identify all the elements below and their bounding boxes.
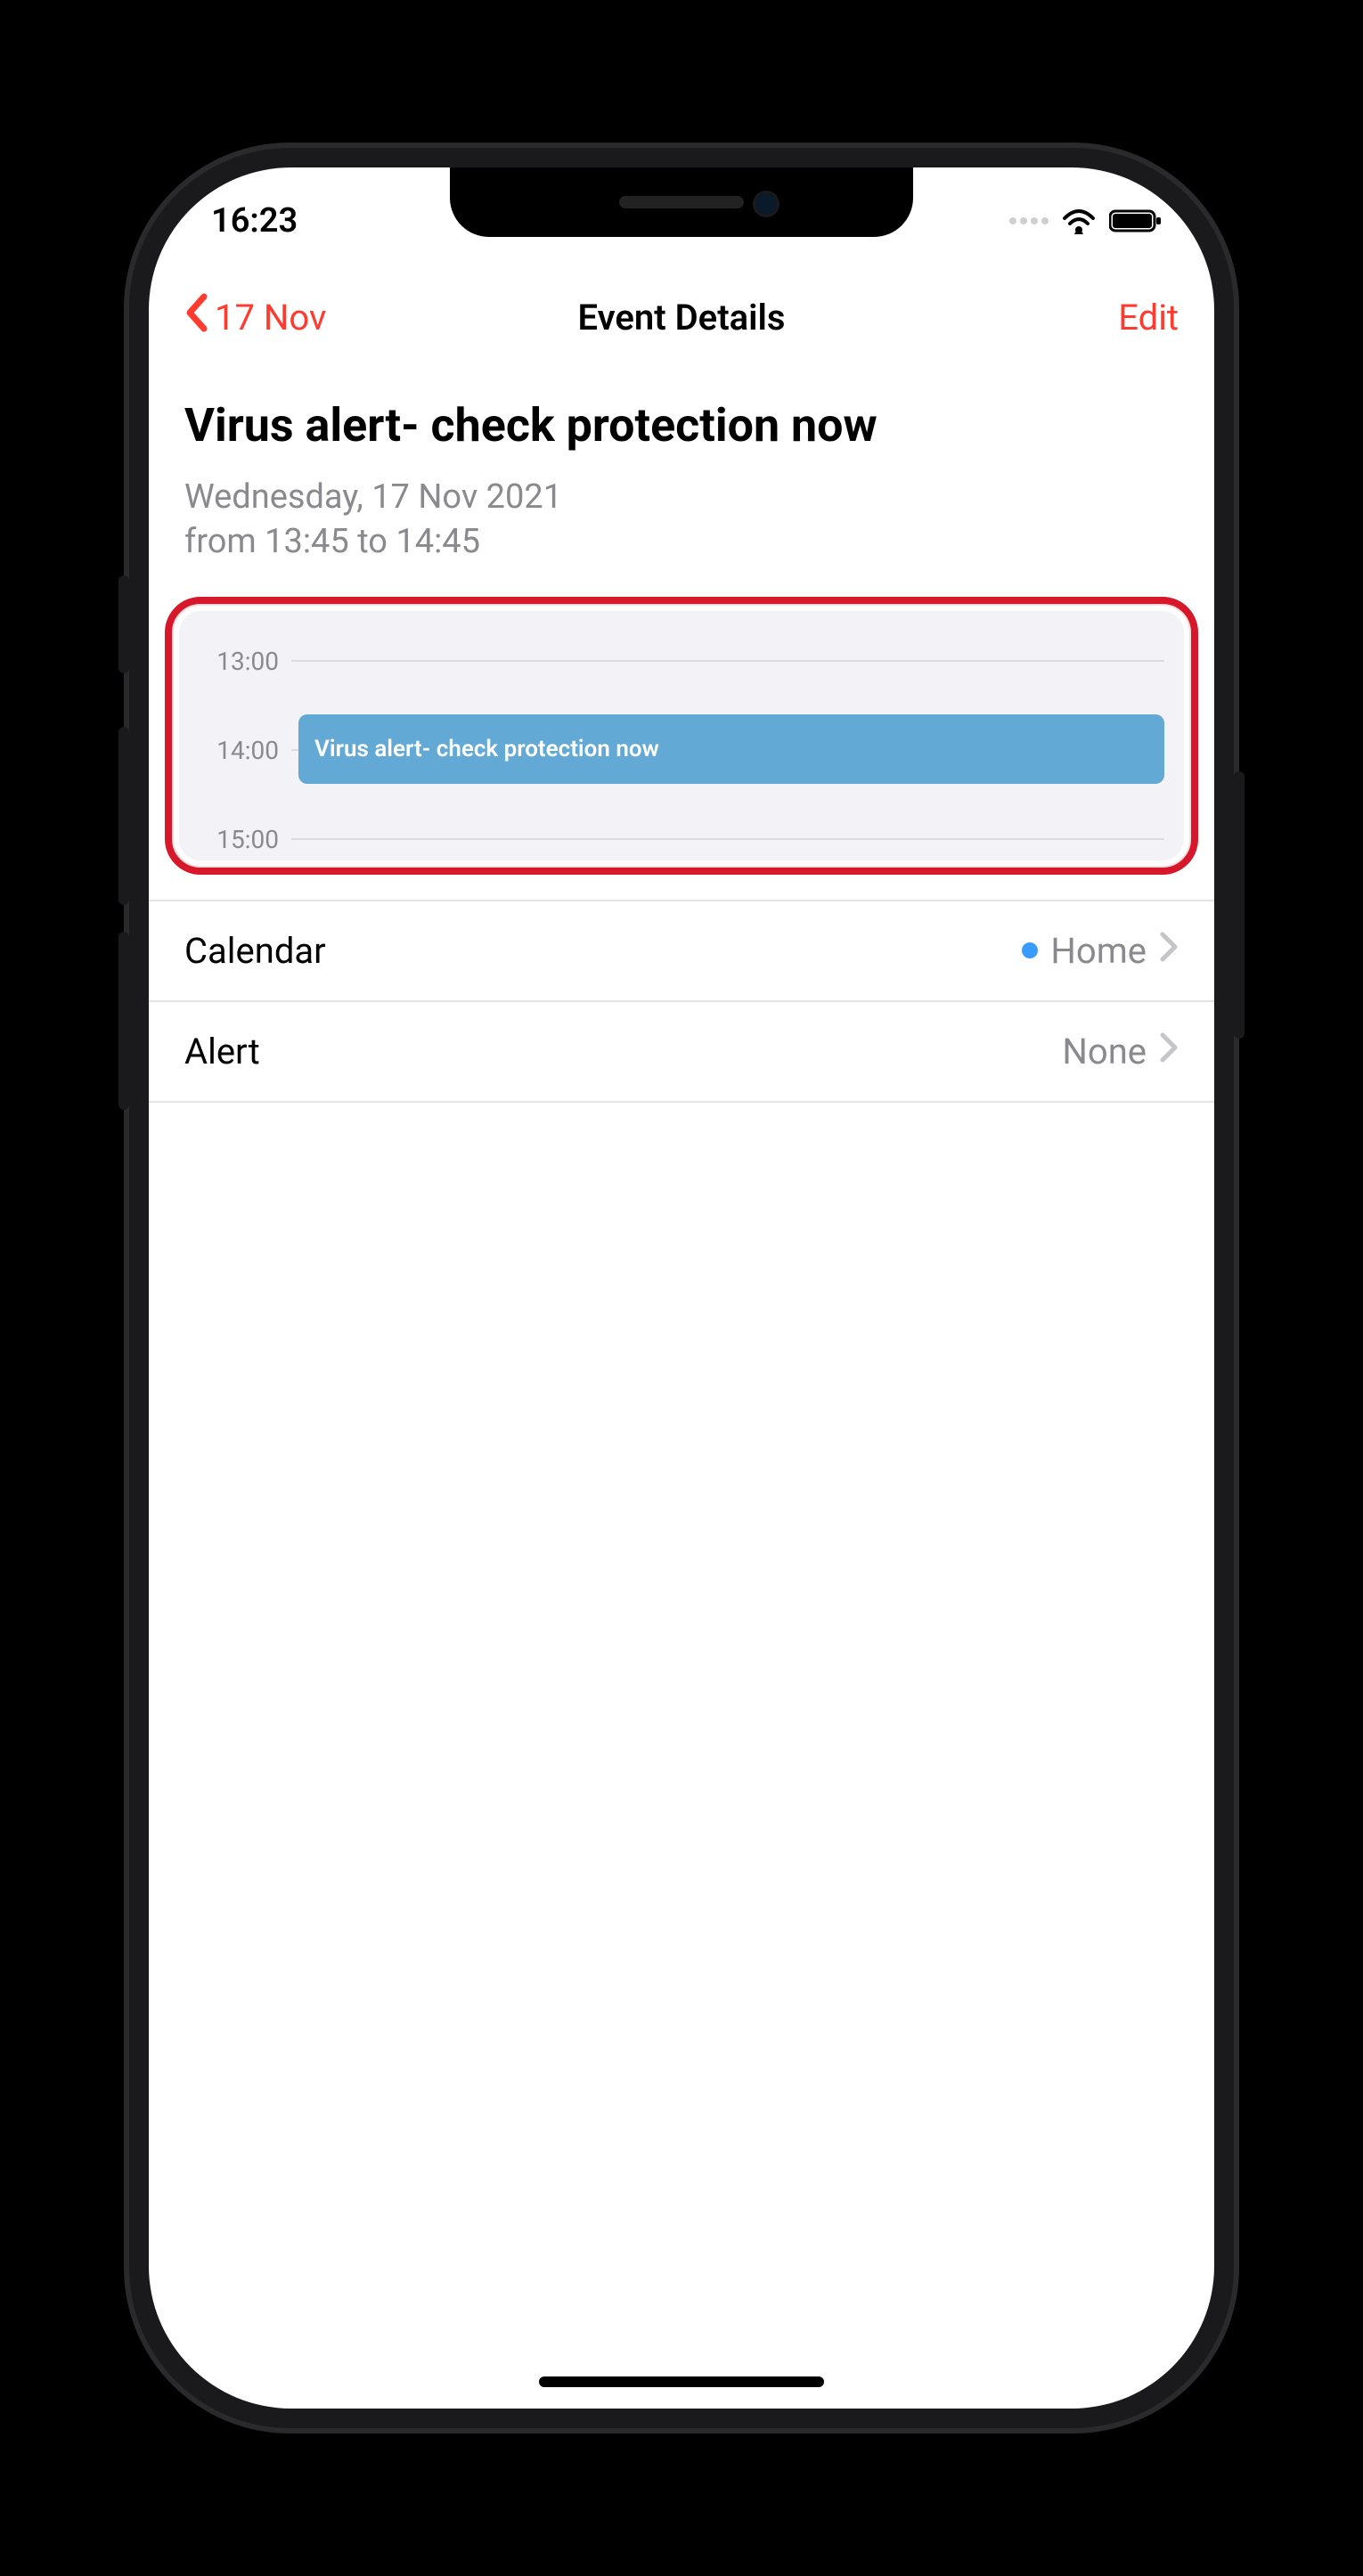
event-title: Virus alert- check protection now (184, 399, 1179, 452)
phone-screen: 16:23 (149, 167, 1214, 2409)
event-block-label: Virus alert- check protection now (314, 736, 659, 762)
content-area: Virus alert- check protection now Wednes… (149, 372, 1214, 2409)
chevron-left-icon (184, 293, 209, 341)
mute-switch (118, 575, 129, 673)
volume-down-button (118, 932, 129, 1110)
row-value: Home (1050, 930, 1147, 972)
hour-row: 15:00 (199, 825, 1164, 854)
row-label: Calendar (184, 930, 326, 972)
alert-row[interactable]: Alert None (149, 1002, 1214, 1103)
chevron-right-icon (1159, 1031, 1179, 1072)
back-button[interactable]: 17 Nov (184, 293, 326, 341)
volume-up-button (118, 727, 129, 905)
phone-device-frame: 16:23 (129, 148, 1234, 2428)
event-block[interactable]: Virus alert- check protection now (298, 714, 1164, 784)
timeline-panel[interactable]: 13:00 14:00 15:00 Virus alert- chec (179, 611, 1184, 860)
wifi-icon (1061, 208, 1097, 234)
power-button (1234, 771, 1245, 1039)
hour-label: 15:00 (199, 825, 279, 854)
home-indicator[interactable] (539, 2376, 824, 2387)
front-camera (753, 191, 779, 217)
hour-gridline (291, 838, 1164, 840)
hour-label: 14:00 (199, 736, 279, 765)
row-value: None (1062, 1031, 1147, 1072)
battery-icon (1109, 208, 1163, 233)
calendar-color-dot-icon (1022, 942, 1038, 958)
status-right-icons (1009, 208, 1163, 234)
settings-list: Calendar Home Alert None (149, 900, 1214, 1103)
calendar-row[interactable]: Calendar Home (149, 901, 1214, 1002)
timeline-highlight-annotation: 13:00 14:00 15:00 Virus alert- chec (165, 597, 1198, 875)
status-time: 16:23 (211, 201, 298, 240)
speaker-grille (619, 196, 744, 208)
event-date: Wednesday, 17 Nov 2021 (184, 477, 1179, 517)
hour-label: 13:00 (199, 647, 279, 676)
hour-row: 13:00 (199, 647, 1164, 676)
event-time-range: from 13:45 to 14:45 (184, 522, 1179, 561)
navigation-bar: 17 Nov Event Details Edit (149, 274, 1214, 360)
cellular-dots-icon (1009, 217, 1049, 224)
back-label: 17 Nov (215, 297, 326, 338)
row-label: Alert (184, 1031, 260, 1072)
hour-gridline (291, 660, 1164, 662)
edit-button[interactable]: Edit (1118, 297, 1179, 338)
chevron-right-icon (1159, 930, 1179, 972)
notch (450, 167, 913, 237)
